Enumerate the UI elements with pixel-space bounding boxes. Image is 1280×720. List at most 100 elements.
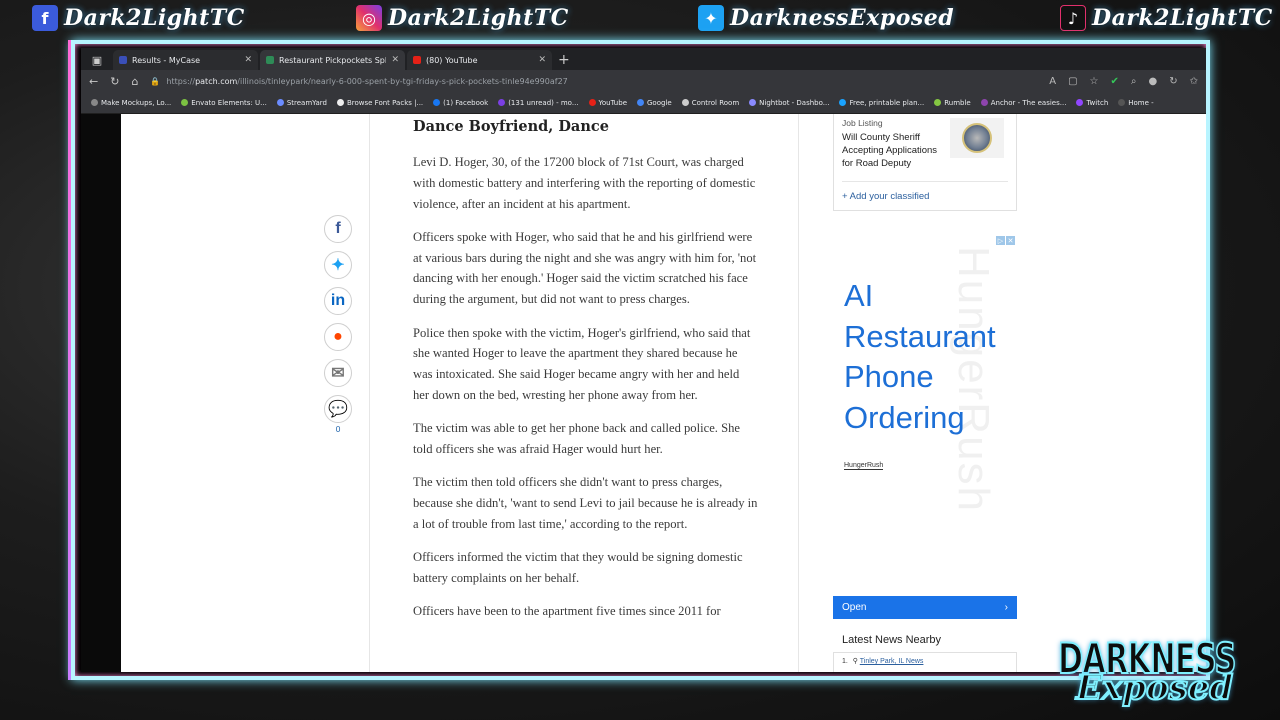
ad-brand-link[interactable]: HungerRush xyxy=(844,462,884,470)
bookmark-favicon-icon xyxy=(336,99,344,106)
bookmark-item[interactable]: Home - xyxy=(1118,98,1154,107)
nearby-heading: Latest News Nearby xyxy=(842,634,942,646)
bookmark-label: Control Room xyxy=(691,98,740,107)
bookmark-favicon-icon xyxy=(681,99,689,106)
bookmark-item[interactable]: StreamYard xyxy=(276,98,327,107)
tiktok-icon: ♪ xyxy=(1060,5,1086,31)
classified-title[interactable]: Will County Sheriff Accepting Applicatio… xyxy=(842,131,950,170)
tab-actions-icon[interactable]: ▣ xyxy=(89,52,105,68)
bookmark-item[interactable]: (131 unread) - mo... xyxy=(498,99,579,107)
url-field[interactable]: 🔒 https://patch.com/illinois/tinleypark/… xyxy=(150,73,1037,89)
bookmark-favicon-icon xyxy=(1076,99,1084,106)
left-gutter xyxy=(81,114,121,672)
email-share-icon[interactable]: ✉ xyxy=(324,359,352,387)
instagram-icon: ◎ xyxy=(356,5,382,31)
bookmark-label: StreamYard xyxy=(286,98,327,107)
bookmark-label: (1) Facebook xyxy=(443,98,489,107)
bookmark-favicon-icon xyxy=(588,99,596,106)
bookmark-favicon-icon xyxy=(934,99,942,106)
refresh-ext-icon[interactable]: ↻ xyxy=(1169,76,1177,87)
bookmark-item[interactable]: Anchor - The easies... xyxy=(980,99,1066,107)
url-path: /illinois/tinleypark/nearly-6-000-spent-… xyxy=(237,76,568,86)
bookmark-item[interactable]: Make Mockups, Lo... xyxy=(91,99,171,107)
stream-frame: ▣ Results - MyCase ✕ Restaurant Pickpock… xyxy=(68,40,1210,680)
bookmark-favicon-icon xyxy=(433,99,441,106)
bookmark-item[interactable]: Browse Font Packs |... xyxy=(336,98,424,107)
nearby-location-link[interactable]: Tinley Park, IL News xyxy=(860,658,924,665)
facebook-share-icon[interactable]: f xyxy=(324,215,352,243)
close-icon[interactable]: ✕ xyxy=(538,55,546,65)
close-icon[interactable]: ✕ xyxy=(244,55,252,65)
comments-icon[interactable]: 💬 xyxy=(324,395,352,423)
share-toolbar: f ✦ in ● ✉ 💬 0 xyxy=(324,215,352,434)
bookmark-favicon-icon xyxy=(91,99,98,106)
location-pin-icon: ⚲ xyxy=(852,658,858,665)
add-classified-link[interactable]: + Add your classified xyxy=(842,191,929,202)
youtube-favicon-icon xyxy=(413,56,421,64)
tab-title: Restaurant Pickpockets Splurge xyxy=(279,55,387,65)
bookmark-item[interactable]: Envato Elements: U... xyxy=(181,99,267,107)
bookmark-label: Nightbot - Dashbo... xyxy=(759,98,830,107)
tab-title: Results - MyCase xyxy=(132,55,201,65)
bookmark-item[interactable]: Control Room xyxy=(681,98,740,107)
web-page: f ✦ in ● ✉ 💬 0 Dance Boyfriend, Dance Le… xyxy=(121,114,1206,672)
ad-choices[interactable]: ▷ ✕ xyxy=(996,236,1015,245)
ad-info-icon[interactable]: ▷ xyxy=(996,236,1005,245)
bookmark-item[interactable]: YouTube xyxy=(588,98,627,107)
bookmark-favicon-icon xyxy=(839,99,847,106)
new-tab-icon[interactable]: + xyxy=(558,52,570,68)
reload-icon[interactable]: ↻ xyxy=(110,75,119,88)
close-icon[interactable]: ✕ xyxy=(391,55,399,65)
patch-favicon-icon xyxy=(266,56,274,64)
ad-headline[interactable]: AI Restaurant Phone Ordering xyxy=(844,276,1014,438)
twitter-share-icon[interactable]: ✦ xyxy=(324,251,352,279)
home-icon[interactable]: ⌂ xyxy=(131,75,138,88)
bookmark-label: Home - xyxy=(1128,98,1154,107)
profile-icon[interactable]: ● xyxy=(1148,76,1157,87)
tab-youtube[interactable]: (80) YouTube ✕ xyxy=(407,50,552,70)
article-paragraph: Levi D. Hoger, 30, of the 17200 block of… xyxy=(413,155,756,211)
bookmark-item[interactable]: Twitch xyxy=(1076,99,1108,107)
twitter-handle-text: DarknessExposed xyxy=(730,5,955,31)
bookmark-label: Envato Elements: U... xyxy=(191,98,267,107)
bookmark-label: Free, printable plan... xyxy=(849,98,925,107)
instagram-handle: ◎ Dark2LightTC xyxy=(356,4,569,32)
read-aloud-icon[interactable]: A xyxy=(1049,76,1056,87)
tab-patch-article[interactable]: Restaurant Pickpockets Splurge ✕ xyxy=(260,50,405,70)
bookmark-favicon-icon xyxy=(1118,99,1126,106)
tiktok-handle-text: Dark2LightTC xyxy=(1092,5,1273,31)
address-bar: ← ↻ ⌂ 🔒 https://patch.com/illinois/tinle… xyxy=(81,70,1206,92)
linkedin-share-icon[interactable]: in xyxy=(324,287,352,315)
ad-close-icon[interactable]: ✕ xyxy=(1006,236,1015,245)
tab-title: (80) YouTube xyxy=(426,55,478,65)
bookmark-label: YouTube xyxy=(598,98,627,107)
bookmark-item[interactable]: Google xyxy=(637,99,672,107)
back-icon[interactable]: ← xyxy=(89,75,98,88)
bookmark-label: Rumble xyxy=(944,98,971,107)
extension-check-icon[interactable]: ✔ xyxy=(1110,76,1118,87)
toolbar-icons: A ▢ ☆ ✔ ⌕ ● ↻ ✩ xyxy=(1049,76,1198,87)
classified-card[interactable]: Job Listing Will County Sheriff Acceptin… xyxy=(833,114,1017,211)
article-paragraph: The victim then told officers she didn't… xyxy=(413,475,758,531)
facebook-handle-text: Dark2LightTC xyxy=(64,5,245,31)
favorites-bar-icon[interactable]: ✩ xyxy=(1190,76,1198,87)
favorite-icon[interactable]: ☆ xyxy=(1090,76,1099,87)
app-icon[interactable]: ▢ xyxy=(1068,76,1077,87)
bookmark-favicon-icon xyxy=(980,99,988,106)
bookmark-item[interactable]: (1) Facebook xyxy=(433,99,488,107)
article-paragraph: Officers have been to the apartment five… xyxy=(413,604,721,619)
reddit-share-icon[interactable]: ● xyxy=(324,323,352,351)
bookmark-item[interactable]: Free, printable plan... xyxy=(839,99,924,107)
article-paragraph: Police then spoke with the victim, Hoger… xyxy=(413,325,751,402)
bookmark-label: Browse Font Packs |... xyxy=(346,98,424,107)
bookmark-favicon-icon xyxy=(498,99,506,106)
bookmark-item[interactable]: Nightbot - Dashbo... xyxy=(749,99,829,107)
zoom-icon[interactable]: ⌕ xyxy=(1131,76,1137,87)
bookmark-item[interactable]: Rumble xyxy=(934,99,971,107)
logo-bottom-text: Exposed xyxy=(1075,667,1234,709)
comment-count[interactable]: 0 xyxy=(335,425,340,434)
nearby-list-item[interactable]: 1. ⚲ Tinley Park, IL News xyxy=(833,652,1017,672)
ad-open-button[interactable]: Open › xyxy=(833,596,1017,619)
advertisement[interactable]: HungerRush ▷ ✕ AI Restaurant Phone Order… xyxy=(833,236,1017,591)
tab-mycase[interactable]: Results - MyCase ✕ xyxy=(113,50,258,70)
